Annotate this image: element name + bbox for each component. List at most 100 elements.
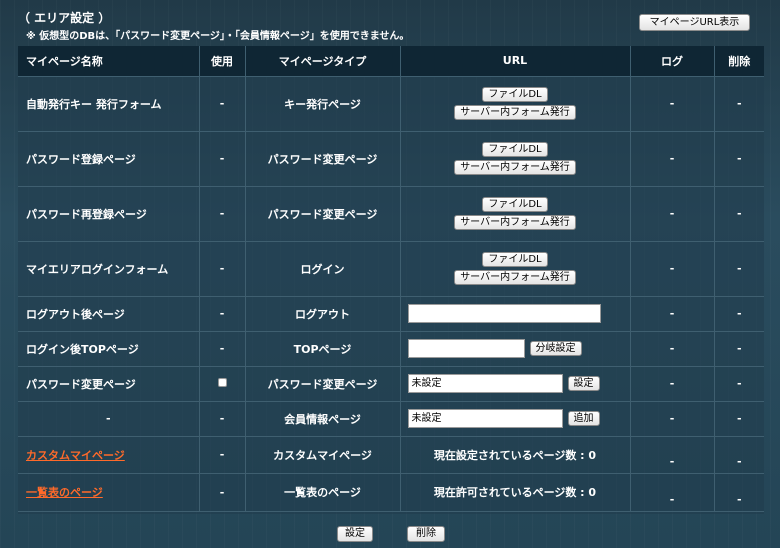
use-checkbox[interactable]: [217, 378, 227, 387]
table-row: パスワード登録ページ - パスワード変更ページ ファイルDL サーバー内フォーム…: [18, 131, 764, 187]
logout-url-input[interactable]: [407, 304, 601, 323]
row-delete: -: [714, 76, 764, 132]
row-use: -: [199, 186, 246, 242]
table-row: 一覧表のページ - 一覧表のページ 現在許可されているページ数 : 0 - -: [18, 473, 764, 512]
row-url-cell: [400, 296, 631, 332]
delete-button[interactable]: 削除: [407, 526, 445, 542]
table-row: - - 会員情報ページ 未設定 追加 - -: [18, 401, 764, 437]
row-delete: -: [714, 296, 764, 332]
row-url-cell: 現在許可されているページ数 : 0: [400, 473, 631, 512]
row-type: 会員情報ページ: [245, 401, 401, 437]
row-name: パスワード変更ページ: [18, 366, 200, 402]
row-type: カスタムマイページ: [245, 436, 401, 474]
server-form-publish-button[interactable]: サーバー内フォーム発行: [454, 160, 576, 175]
row-log: -: [630, 76, 715, 132]
table-header-row: マイページ名称 使用 マイページタイプ URL ログ 削除: [18, 46, 764, 77]
row-delete: -: [714, 331, 764, 367]
col-header-name: マイページ名称: [18, 46, 200, 77]
table-row: ログイン後TOPページ - TOPページ 分岐設定 - -: [18, 331, 764, 367]
row-name: ログイン後TOPページ: [18, 331, 200, 367]
table-row: マイエリアログインフォーム - ログイン ファイルDL サーバー内フォーム発行 …: [18, 241, 764, 297]
row-type: 一覧表のページ: [245, 473, 401, 512]
server-form-publish-button[interactable]: サーバー内フォーム発行: [454, 105, 576, 120]
configured-page-count: 現在設定されているページ数 : 0: [433, 448, 597, 462]
row-log: -: [630, 436, 715, 474]
allowed-page-count: 現在許可されているページ数 : 0: [433, 486, 597, 499]
row-url-cell: ファイルDL サーバー内フォーム発行: [400, 76, 631, 132]
row-log: -: [630, 241, 715, 297]
row-use: -: [199, 401, 246, 437]
file-download-button[interactable]: ファイルDL: [482, 252, 548, 267]
member-info-url-field[interactable]: 未設定: [407, 409, 563, 428]
file-download-button[interactable]: ファイルDL: [482, 197, 548, 212]
virtual-db-notice: ※ 仮想型のDBは、「パスワード変更ページ」・「会員情報ページ」を使用できません…: [26, 31, 410, 42]
row-log: -: [630, 473, 715, 512]
row-delete: -: [714, 131, 764, 187]
row-type: キー発行ページ: [245, 76, 401, 132]
row-name: 一覧表のページ: [18, 473, 200, 512]
row-use: -: [199, 131, 246, 187]
row-name: ログアウト後ページ: [18, 296, 200, 332]
table-row: カスタムマイページ - カスタムマイページ 現在設定されているページ数 : 0 …: [18, 436, 764, 474]
row-name: 自動発行キー 発行フォーム: [18, 76, 200, 132]
row-use: -: [199, 241, 246, 297]
col-header-type: マイページタイプ: [245, 46, 401, 77]
row-url-cell: ファイルDL サーバー内フォーム発行: [400, 131, 631, 187]
row-name: マイエリアログインフォーム: [18, 241, 200, 297]
area-settings-title: （ エリア設定 ）: [18, 11, 111, 25]
row-use: -: [199, 473, 246, 512]
branch-settings-button[interactable]: 分岐設定: [529, 341, 582, 356]
row-url-cell: ファイルDL サーバー内フォーム発行: [400, 241, 631, 297]
add-button[interactable]: 追加: [567, 411, 600, 426]
row-delete: -: [714, 241, 764, 297]
save-settings-button[interactable]: 設定: [337, 526, 373, 542]
row-log: -: [630, 131, 715, 187]
row-url-cell: ファイルDL サーバー内フォーム発行: [400, 186, 631, 242]
row-url-cell: 未設定 追加: [400, 401, 631, 437]
password-change-url-field[interactable]: 未設定: [407, 374, 563, 393]
row-name: -: [18, 401, 200, 437]
row-log: -: [630, 401, 715, 437]
set-button[interactable]: 設定: [567, 376, 600, 391]
row-type: ログイン: [245, 241, 401, 297]
row-delete: -: [714, 401, 764, 437]
row-type: ログアウト: [245, 296, 401, 332]
table-row: パスワード再登録ページ - パスワード変更ページ ファイルDL サーバー内フォー…: [18, 186, 764, 242]
table-row: パスワード変更ページ パスワード変更ページ 未設定 設定 - -: [18, 366, 764, 402]
row-use: -: [199, 436, 246, 474]
file-download-button[interactable]: ファイルDL: [482, 87, 548, 102]
table-row: ログアウト後ページ - ログアウト - -: [18, 296, 764, 332]
file-download-button[interactable]: ファイルDL: [482, 142, 548, 157]
row-use: -: [199, 296, 246, 332]
row-name: パスワード登録ページ: [18, 131, 200, 187]
row-type: パスワード変更ページ: [245, 131, 401, 187]
row-type: パスワード変更ページ: [245, 366, 401, 402]
row-log: -: [630, 296, 715, 332]
row-url-cell: 未設定 設定: [400, 366, 631, 402]
server-form-publish-button[interactable]: サーバー内フォーム発行: [454, 270, 576, 285]
row-delete: -: [714, 366, 764, 402]
col-header-use: 使用: [199, 46, 246, 77]
row-delete: -: [714, 436, 764, 474]
row-delete: -: [714, 186, 764, 242]
row-url-cell: 分岐設定: [400, 331, 631, 367]
row-log: -: [630, 186, 715, 242]
custom-mypage-link[interactable]: カスタムマイページ: [26, 449, 125, 462]
row-name: カスタムマイページ: [18, 436, 200, 474]
row-log: -: [630, 331, 715, 367]
col-header-log: ログ: [630, 46, 715, 77]
row-use: [199, 366, 246, 402]
row-url-cell: 現在設定されているページ数 : 0: [400, 436, 631, 474]
row-use: -: [199, 76, 246, 132]
row-type: TOPページ: [245, 331, 401, 367]
col-header-url: URL: [400, 46, 631, 77]
table-row: 自動発行キー 発行フォーム - キー発行ページ ファイルDL サーバー内フォーム…: [18, 76, 764, 132]
show-mypage-url-button[interactable]: マイページURL表示: [639, 14, 750, 31]
top-page-url-input[interactable]: [407, 339, 525, 358]
row-type: パスワード変更ページ: [245, 186, 401, 242]
server-form-publish-button[interactable]: サーバー内フォーム発行: [454, 215, 576, 230]
list-page-link[interactable]: 一覧表のページ: [26, 486, 103, 499]
row-use: -: [199, 331, 246, 367]
row-name: パスワード再登録ページ: [18, 186, 200, 242]
mypage-table: マイページ名称 使用 マイページタイプ URL ログ 削除 自動発行キー 発行フ…: [18, 46, 764, 512]
